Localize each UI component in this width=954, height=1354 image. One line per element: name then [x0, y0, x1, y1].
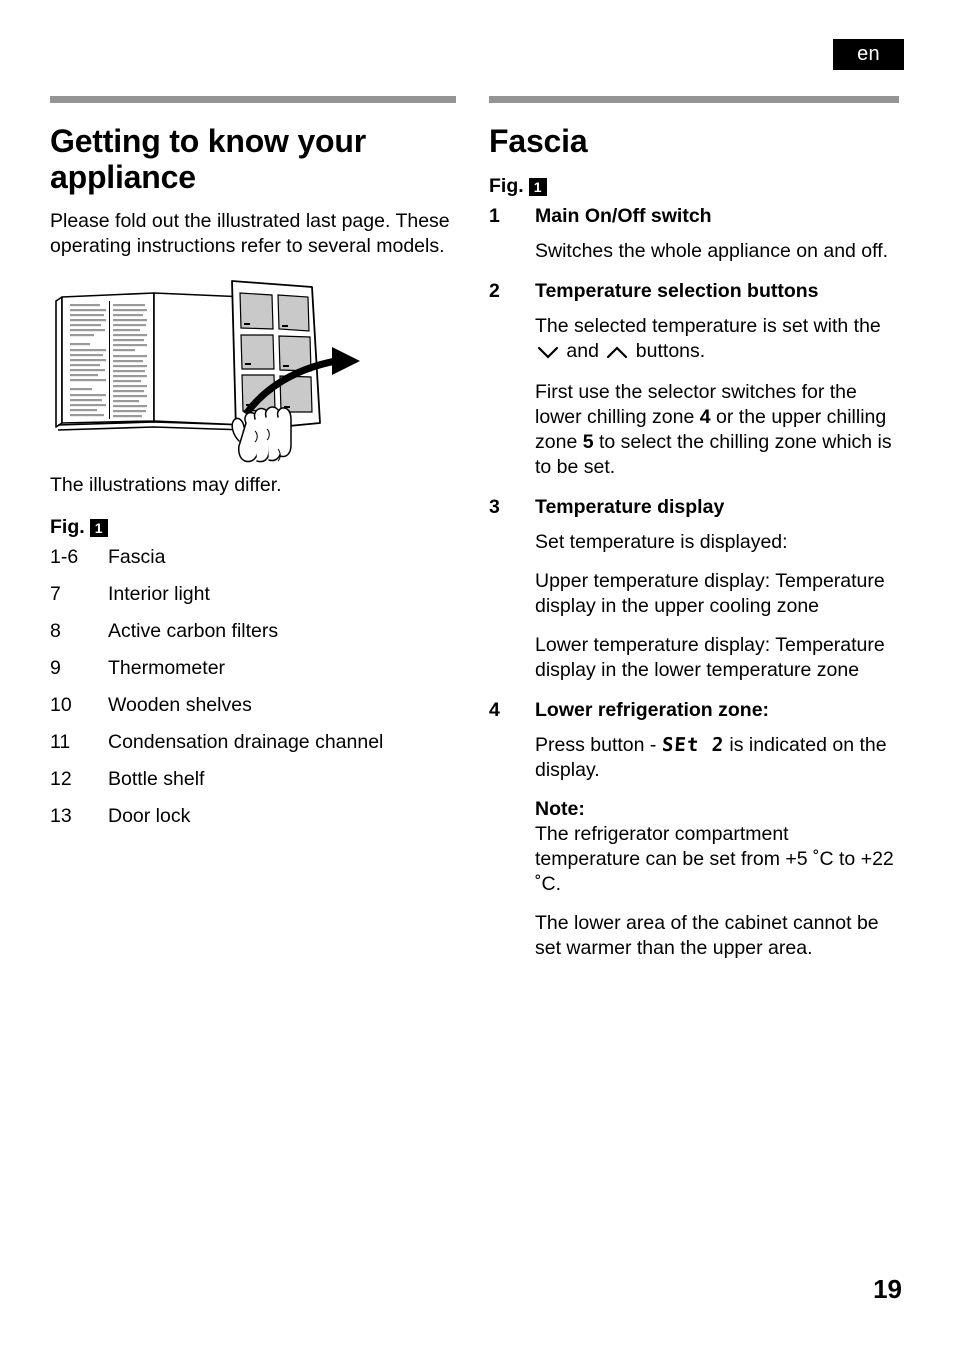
- manual-fold-out-illustration: [50, 273, 380, 463]
- part-number: 9: [50, 657, 61, 679]
- intro-paragraph: Please fold out the illustrated last pag…: [50, 210, 450, 257]
- feature-number: 2: [489, 280, 500, 302]
- part-label: Wooden shelves: [108, 694, 252, 716]
- feature-title: Lower refrigeration zone:: [535, 699, 770, 721]
- closing-paragraph: The lower area of the cabinet cannot be …: [535, 912, 879, 959]
- list-item: 12 Bottle shelf: [50, 766, 456, 792]
- list-item: 1-6 Fascia: [50, 544, 456, 570]
- feature-number: 1: [489, 205, 500, 227]
- zone-ref-5: 5: [582, 431, 594, 453]
- list-item: 7 Interior light: [50, 581, 456, 607]
- list-item: 8 Active carbon filters: [50, 618, 456, 644]
- figure-label-left: Fig.: [50, 516, 85, 538]
- part-label: Door lock: [108, 805, 191, 827]
- list-item: 9 Thermometer: [50, 655, 456, 681]
- feature-paragraph-buttons: The selected temperature is set with the…: [535, 314, 899, 366]
- part-label: Fascia: [108, 546, 166, 568]
- feature-body: The selected temperature is set with the…: [535, 314, 899, 480]
- page-title-right: Fascia: [489, 123, 588, 159]
- page-number: 19: [873, 1274, 902, 1304]
- zone-ref-4: 4: [699, 406, 711, 428]
- text-mid: and: [561, 340, 605, 362]
- feature-paragraph: Upper temperature display: Temperature d…: [535, 570, 885, 617]
- figure-reference-left: Fig. 1: [50, 514, 456, 540]
- feature-entry-3: 3 Temperature display Set temperature is…: [489, 494, 899, 683]
- feature-number: 4: [489, 699, 500, 721]
- text-pre: The selected temperature is set with the: [535, 315, 881, 337]
- feature-title: Temperature display: [535, 496, 725, 518]
- list-item: 10 Wooden shelves: [50, 692, 456, 718]
- feature-entry-4: 4 Lower refrigeration zone: Press button…: [489, 697, 899, 961]
- part-label: Condensation drainage channel: [108, 731, 384, 753]
- part-number: 10: [50, 694, 72, 716]
- section-rule-right: [489, 96, 899, 103]
- feature-heading: 3 Temperature display: [489, 494, 899, 520]
- section-rule-left: [50, 96, 456, 103]
- lcd-display-text: SEt 2: [661, 734, 725, 756]
- part-label: Thermometer: [108, 657, 226, 679]
- feature-paragraph: Switches the whole appliance on and off.: [535, 240, 889, 262]
- down-chevron-icon: [537, 341, 559, 366]
- part-number: 12: [50, 768, 72, 790]
- part-label: Bottle shelf: [108, 768, 205, 790]
- left-column: Getting to know your appliance Please fo…: [50, 96, 456, 840]
- parts-list: 1-6 Fascia 7 Interior light 8 Active car…: [50, 544, 456, 829]
- part-number: 1-6: [50, 546, 79, 568]
- list-item: 11 Condensation drainage channel: [50, 729, 456, 755]
- feature-paragraph: Set temperature is displayed:: [535, 531, 788, 553]
- figure-number-badge-right: 1: [528, 178, 547, 196]
- language-badge: en: [833, 39, 904, 70]
- note-text: The refrigerator compartment temperature…: [535, 823, 894, 895]
- illustration-caption: The illustrations may differ.: [50, 474, 282, 496]
- figure-reference-right: Fig. 1: [489, 173, 899, 199]
- press-button-paragraph: Press button - SEt 2 is indicated on the…: [535, 733, 899, 783]
- text-post: buttons.: [630, 340, 706, 362]
- feature-number: 3: [489, 496, 500, 518]
- feature-paragraph: Lower temperature display: Temperature d…: [535, 634, 885, 681]
- feature-body: Press button - SEt 2 is indicated on the…: [535, 733, 899, 961]
- feature-paragraph-zones: First use the selector switches for the …: [535, 380, 899, 480]
- text-pre: Press button -: [535, 734, 662, 756]
- part-label: Active carbon filters: [108, 620, 279, 642]
- feature-heading: 4 Lower refrigeration zone:: [489, 697, 899, 723]
- part-number: 11: [50, 731, 71, 753]
- part-number: 13: [50, 805, 72, 827]
- feature-title: Temperature selection buttons: [535, 280, 819, 302]
- figure-number-badge-left: 1: [89, 519, 108, 537]
- up-chevron-icon: [606, 341, 628, 366]
- feature-body: Switches the whole appliance on and off.: [535, 239, 899, 264]
- feature-heading: 1 Main On/Off switch: [489, 203, 899, 229]
- page-title-left: Getting to know your appliance: [50, 123, 366, 195]
- feature-entry-1: 1 Main On/Off switch Switches the whole …: [489, 203, 899, 264]
- document-page: en Getting to know your appliance Please…: [0, 0, 954, 1354]
- feature-heading: 2 Temperature selection buttons: [489, 278, 899, 304]
- part-number: 8: [50, 620, 61, 642]
- right-column: Fascia Fig. 1 1 Main On/Off switch Switc…: [489, 96, 899, 975]
- feature-title: Main On/Off switch: [535, 205, 712, 227]
- note-label: Note:: [535, 798, 585, 820]
- feature-body: Set temperature is displayed: Upper temp…: [535, 530, 899, 683]
- list-item: 13 Door lock: [50, 803, 456, 829]
- part-number: 7: [50, 583, 61, 605]
- figure-label-right: Fig.: [489, 175, 524, 197]
- feature-entry-2: 2 Temperature selection buttons The sele…: [489, 278, 899, 480]
- note-block: Note: The refrigerator compartment temper…: [535, 797, 899, 897]
- part-label: Interior light: [108, 583, 210, 605]
